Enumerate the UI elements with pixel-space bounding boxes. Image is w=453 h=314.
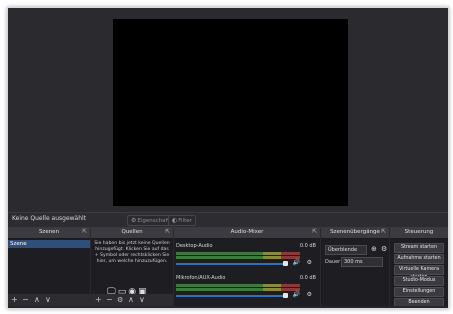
mixer-dock-title: Audio-Mixer ⇱ bbox=[174, 228, 320, 239]
preview-area bbox=[8, 8, 448, 212]
sources-dock-title: Quellen ⇱ bbox=[91, 228, 173, 239]
start-streaming-button[interactable]: Stream starten bbox=[394, 243, 444, 253]
volume-meter bbox=[176, 256, 300, 259]
channel-db: 0.0 dB bbox=[299, 243, 316, 249]
no-source-selected-text: Keine Quelle ausgewählt bbox=[12, 215, 87, 222]
status-bar bbox=[8, 306, 448, 308]
channel-name: Mikrofon/AUX-Audio bbox=[176, 275, 226, 281]
mixer-title: Audio-Mixer bbox=[230, 229, 264, 235]
remove-scene-icon[interactable]: − bbox=[22, 294, 29, 306]
scene-transitions-dock: Szenenübergänge ⇱ Überblende ⊕ ⚙ Dauer 3… bbox=[321, 228, 389, 306]
gear-icon: ⚙ bbox=[131, 217, 137, 224]
remove-source-icon[interactable]: − bbox=[106, 294, 113, 306]
volume-slider-handle[interactable] bbox=[283, 293, 288, 298]
volume-meter bbox=[176, 288, 300, 291]
controls-dock-title: Steuerung bbox=[390, 228, 448, 239]
move-up-icon[interactable]: ∧ bbox=[34, 294, 40, 306]
scenes-title: Szenen bbox=[38, 229, 60, 235]
duration-label: Dauer bbox=[325, 259, 341, 265]
filters-button[interactable]: ◐Filter bbox=[168, 215, 196, 226]
obs-window: Keine Quelle ausgewählt ⚙Eigenschaften ◐… bbox=[7, 7, 449, 309]
undock-icon[interactable]: ⇱ bbox=[312, 229, 317, 235]
gear-icon[interactable]: ⚙ bbox=[307, 259, 312, 266]
duration-input[interactable]: 300 ms bbox=[341, 257, 383, 267]
start-virtual-camera-button[interactable]: Virtuelle Kamera starten bbox=[394, 265, 444, 280]
gear-icon[interactable]: ⚙ bbox=[381, 245, 387, 253]
transition-select[interactable]: Überblende bbox=[325, 245, 367, 255]
sources-dock: Quellen ⇱ Sie haben bis jetzt keine Quel… bbox=[91, 228, 173, 306]
audio-mixer-dock: Audio-Mixer ⇱ Desktop-Audio 0.0 dB 🔊 ⚙ M… bbox=[174, 228, 320, 306]
speaker-icon[interactable]: 🔊 bbox=[293, 259, 300, 266]
start-recording-button[interactable]: Aufnahme starten bbox=[394, 254, 444, 264]
volume-slider-handle[interactable] bbox=[283, 261, 288, 266]
sources-empty-hint: Sie haben bis jetzt keine Quellen hinzug… bbox=[94, 241, 170, 264]
gear-icon[interactable]: ⚙ bbox=[307, 291, 312, 298]
transitions-body: Überblende ⊕ ⚙ Dauer 300 ms bbox=[321, 239, 389, 306]
mixer-channel-desktop: Desktop-Audio 0.0 dB 🔊 ⚙ bbox=[176, 243, 318, 271]
channel-name: Desktop-Audio bbox=[176, 243, 213, 249]
add-transition-icon[interactable]: ⊕ bbox=[371, 245, 377, 253]
mixer-channel-mic: Mikrofon/AUX-Audio 0.0 dB 🔊 ⚙ bbox=[176, 275, 318, 303]
add-source-icon[interactable]: + bbox=[95, 294, 102, 306]
program-preview[interactable] bbox=[113, 19, 348, 206]
volume-meter bbox=[176, 284, 300, 287]
controls-body: Stream starten Aufnahme starten Virtuell… bbox=[390, 239, 448, 308]
studio-mode-button[interactable]: Studio-Modus bbox=[394, 276, 444, 286]
filters-label: Filter bbox=[178, 218, 192, 224]
volume-slider[interactable] bbox=[176, 263, 288, 265]
source-properties-icon[interactable]: ⚙ bbox=[117, 294, 123, 306]
volume-meter bbox=[176, 252, 300, 255]
transitions-dock-title: Szenenübergänge ⇱ bbox=[321, 228, 389, 239]
scene-list-item[interactable]: Szene bbox=[8, 240, 90, 248]
settings-button[interactable]: Einstellungen bbox=[394, 287, 444, 297]
controls-dock: Steuerung Stream starten Aufnahme starte… bbox=[390, 228, 448, 308]
transition-value: Überblende bbox=[328, 247, 358, 253]
add-scene-icon[interactable]: + bbox=[11, 294, 18, 306]
mixer-body: Desktop-Audio 0.0 dB 🔊 ⚙ Mikrofon/AUX-Au… bbox=[174, 239, 320, 306]
sources-list[interactable]: Sie haben bis jetzt keine Quellen hinzug… bbox=[91, 239, 173, 306]
transitions-title: Szenenübergänge bbox=[330, 229, 380, 235]
scenes-toolbar: + − ∧ ∨ bbox=[8, 294, 90, 306]
scenes-dock: Szenen ⇱ Szene + − ∧ ∨ bbox=[8, 228, 90, 306]
move-down-icon[interactable]: ∨ bbox=[45, 294, 51, 306]
scenes-list: Szene + − ∧ ∨ bbox=[8, 239, 90, 306]
move-down-icon[interactable]: ∨ bbox=[139, 294, 145, 306]
sources-toolbar: + − ⚙ ∧ ∨ bbox=[91, 294, 173, 306]
filter-icon: ◐ bbox=[172, 217, 178, 224]
channel-db: 0.0 dB bbox=[299, 275, 316, 281]
undock-icon[interactable]: ⇱ bbox=[82, 229, 87, 235]
controls-title: Steuerung bbox=[404, 229, 434, 235]
scenes-dock-title: Szenen ⇱ bbox=[8, 228, 90, 239]
undock-icon[interactable]: ⇱ bbox=[165, 229, 170, 235]
volume-slider[interactable] bbox=[176, 295, 288, 297]
speaker-icon[interactable]: 🔊 bbox=[293, 291, 300, 298]
move-up-icon[interactable]: ∧ bbox=[128, 294, 134, 306]
sources-title: Quellen bbox=[121, 229, 143, 235]
source-context-bar: Keine Quelle ausgewählt ⚙Eigenschaften ◐… bbox=[8, 212, 448, 228]
duration-value: 300 ms bbox=[344, 259, 363, 265]
undock-icon[interactable]: ⇱ bbox=[381, 229, 386, 235]
